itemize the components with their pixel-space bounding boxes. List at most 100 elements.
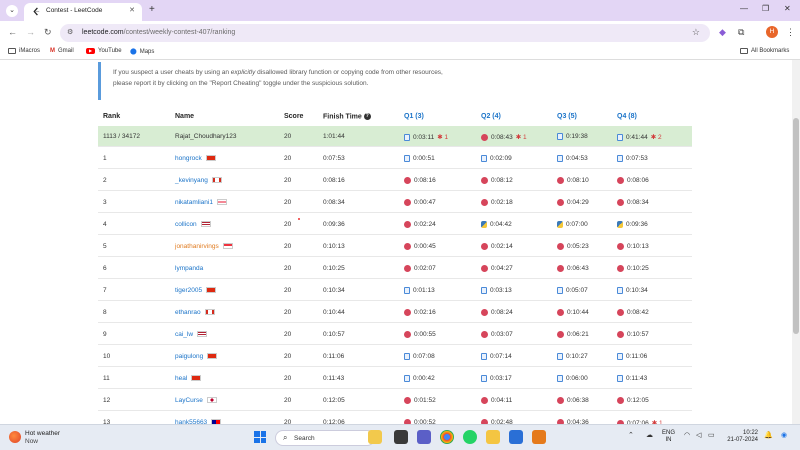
q3-time-cell[interactable]: 0:06:38 [557, 397, 589, 404]
back-icon[interactable]: ← [8, 26, 17, 38]
weather-subtitle[interactable]: Now [25, 438, 38, 445]
sublime-icon[interactable] [532, 430, 546, 444]
forward-icon[interactable]: → [26, 26, 35, 38]
header-q4[interactable]: Q4 (8) [617, 113, 637, 120]
cpp-icon[interactable] [481, 331, 488, 338]
python-icon[interactable] [481, 221, 487, 228]
taskbar-search[interactable]: ⌕ Search [275, 430, 375, 446]
q3-time-cell[interactable]: 0:10:27 [557, 353, 588, 360]
header-q1[interactable]: Q1 (3) [404, 113, 424, 120]
q4-time-cell[interactable]: 0:10:13 [617, 243, 649, 250]
wifi-icon[interactable]: ◠ [684, 431, 690, 439]
q3-time-cell[interactable]: 0:05:07 [557, 287, 588, 294]
cloud-icon[interactable]: ☁ [646, 431, 653, 439]
q2-time-cell[interactable]: 0:02:14 [481, 243, 513, 250]
cpp-icon[interactable] [557, 397, 564, 404]
q3-time-cell[interactable]: 0:04:53 [557, 155, 588, 162]
q1-time-cell[interactable]: 0:00:55 [404, 331, 436, 338]
q4-time-cell[interactable]: 0:10:25 [617, 265, 649, 272]
browser-tab[interactable]: Contest - LeetCode ✕ [24, 3, 142, 21]
cpp-icon[interactable] [557, 265, 564, 272]
task-view-icon[interactable] [394, 430, 408, 444]
q1-time-cell[interactable]: 0:00:42 [404, 375, 435, 382]
submission-doc-icon[interactable] [617, 155, 623, 162]
q4-time-cell[interactable]: 0:08:06 [617, 177, 649, 184]
bookmark-gmail[interactable]: M Gmail [50, 48, 74, 54]
submission-doc-icon[interactable] [617, 287, 623, 294]
username-link[interactable]: cai_lw [175, 331, 208, 338]
q1-time-cell[interactable]: 0:00:51 [404, 155, 435, 162]
vscode-icon[interactable] [509, 430, 523, 444]
submission-doc-icon[interactable] [481, 353, 487, 360]
cpp-icon[interactable] [617, 309, 624, 316]
username-link[interactable]: LayCurse [175, 397, 217, 404]
q1-time-cell[interactable]: 0:02:24 [404, 221, 436, 228]
cpp-icon[interactable] [481, 133, 488, 141]
python-icon[interactable] [617, 221, 623, 228]
q2-time-cell[interactable]: 0:07:14 [481, 353, 512, 360]
username-link[interactable]: lympanda [175, 265, 203, 272]
cpp-icon[interactable] [557, 243, 564, 250]
bookmark-youtube[interactable]: ▶ YouTube [86, 48, 122, 54]
q4-time-cell[interactable]: 0:10:57 [617, 331, 649, 338]
page-scrollbar[interactable] [792, 60, 800, 424]
q4-time-cell[interactable]: 0:07:53 [617, 155, 648, 162]
submission-doc-icon[interactable] [557, 155, 563, 162]
cpp-icon[interactable] [557, 331, 564, 338]
username-link[interactable]: jonathanirvings [175, 243, 233, 250]
username-link[interactable]: nikatamliani1 [175, 199, 227, 206]
header-q3[interactable]: Q3 (5) [557, 113, 577, 120]
cpp-icon[interactable] [617, 177, 624, 184]
cpp-icon[interactable] [557, 309, 564, 316]
q2-time-cell[interactable]: 0:03:17 [481, 375, 512, 382]
submission-doc-icon[interactable] [404, 133, 410, 141]
profile-avatar[interactable]: H [766, 26, 778, 38]
submission-doc-icon[interactable] [557, 287, 563, 294]
q1-time-cell[interactable]: 0:01:52 [404, 397, 436, 404]
close-window-icon[interactable]: ✕ [784, 4, 791, 13]
q2-time-cell[interactable]: 0:08:24 [481, 309, 513, 316]
q4-time-cell[interactable]: 0:12:05 [617, 397, 649, 404]
bookmark-imacros[interactable]: iMacros [8, 48, 40, 54]
submission-doc-icon[interactable] [404, 375, 410, 382]
cpp-icon[interactable] [404, 243, 411, 250]
q3-time-cell[interactable]: 0:07:00 [557, 221, 588, 228]
cpp-icon[interactable] [404, 397, 411, 404]
q1-time-cell[interactable]: 0:02:16 [404, 309, 436, 316]
submission-doc-icon[interactable] [404, 155, 410, 162]
cpp-icon[interactable] [617, 265, 624, 272]
header-q2[interactable]: Q2 (4) [481, 113, 501, 120]
q2-time-cell[interactable]: 0:03:07 [481, 331, 513, 338]
cpp-icon[interactable] [481, 309, 488, 316]
q1-time-cell[interactable]: 0:00:45 [404, 243, 436, 250]
q2-time-cell[interactable]: 0:08:43 ✱ 1 [481, 133, 527, 141]
q2-time-cell[interactable]: 0:03:13 [481, 287, 512, 294]
username-link[interactable]: paigulong [175, 353, 218, 360]
q3-time-cell[interactable]: 0:06:00 [557, 375, 588, 382]
whatsapp-icon[interactable] [463, 430, 477, 444]
address-bar[interactable]: ⚙ leetcode.com/contest/weekly-contest-40… [60, 24, 710, 42]
q4-time-cell[interactable]: 0:41:44 ✱ 2 [617, 133, 662, 141]
submission-doc-icon[interactable] [404, 287, 410, 294]
q2-time-cell[interactable]: 0:04:27 [481, 265, 513, 272]
weather-icon[interactable] [9, 431, 21, 443]
q4-time-cell[interactable]: 0:11:06 [617, 353, 647, 360]
volume-icon[interactable]: ◁ [696, 431, 701, 439]
username-link[interactable]: hongrock [175, 155, 216, 162]
bookmark-star-icon[interactable]: ☆ [692, 27, 700, 38]
submission-doc-icon[interactable] [557, 375, 563, 382]
cpp-icon[interactable] [481, 199, 488, 206]
teams-icon[interactable] [417, 430, 431, 444]
submission-doc-icon[interactable] [557, 353, 563, 360]
bookmark-maps[interactable]: ⬤ Maps [130, 48, 154, 56]
copilot-tray-icon[interactable]: ◉ [781, 431, 787, 439]
q3-time-cell[interactable]: 0:19:38 [557, 133, 588, 140]
username-link[interactable]: collicon [175, 221, 211, 228]
username-link[interactable]: heal [175, 375, 202, 382]
cpp-icon[interactable] [404, 309, 411, 316]
q2-time-cell[interactable]: 0:04:11 [481, 397, 512, 404]
username-link[interactable]: _kevinyang [175, 177, 222, 184]
all-bookmarks[interactable]: All Bookmarks [740, 48, 789, 54]
submission-doc-icon[interactable] [617, 353, 623, 360]
q2-time-cell[interactable]: 0:02:09 [481, 155, 512, 162]
